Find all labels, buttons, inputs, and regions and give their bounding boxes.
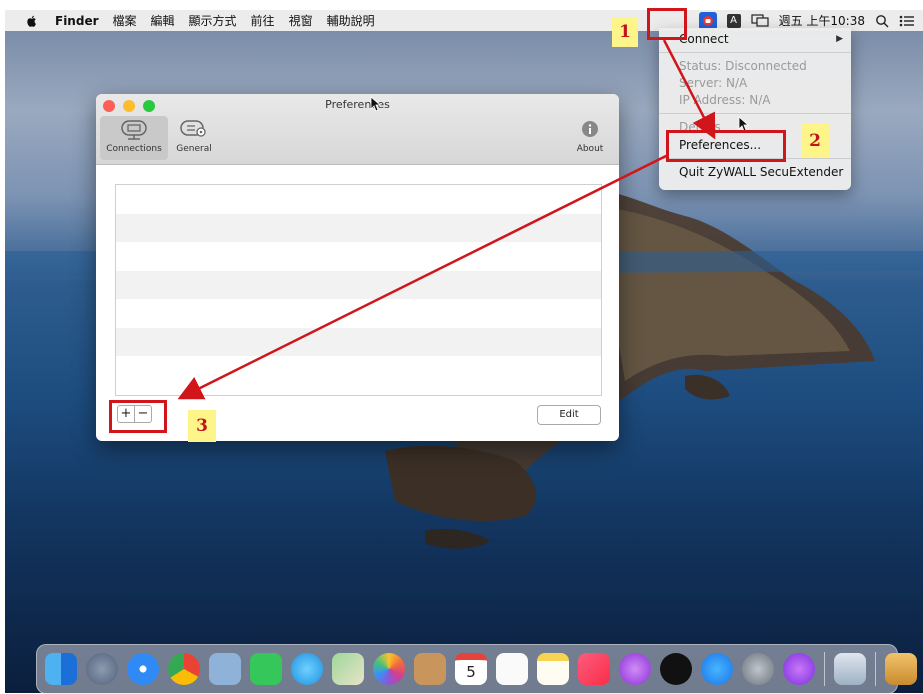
package-icon[interactable] xyxy=(885,653,917,685)
feedback-icon[interactable] xyxy=(783,653,815,685)
arrow-step1-to-step2 xyxy=(662,39,716,140)
calendar-icon[interactable]: 5 xyxy=(455,653,487,685)
apple-tv-icon[interactable] xyxy=(660,653,692,685)
messages-icon[interactable] xyxy=(291,653,323,685)
podcasts-icon[interactable] xyxy=(619,653,651,685)
maps-icon[interactable] xyxy=(332,653,364,685)
annotation-arrows xyxy=(177,39,716,400)
finder-icon[interactable] xyxy=(45,653,77,685)
dock-separator xyxy=(875,652,876,686)
facetime-icon[interactable] xyxy=(250,653,282,685)
music-icon[interactable] xyxy=(578,653,610,685)
notes-icon[interactable] xyxy=(537,653,569,685)
reminders-icon[interactable] xyxy=(496,653,528,685)
dock-separator xyxy=(824,652,825,686)
safari-icon[interactable] xyxy=(127,653,159,685)
contacts-icon[interactable] xyxy=(414,653,446,685)
photos-icon[interactable] xyxy=(373,653,405,685)
launchpad-icon[interactable] xyxy=(86,653,118,685)
arrow-step2-to-step3 xyxy=(177,153,669,400)
app-store-icon[interactable] xyxy=(701,653,733,685)
mail-stamp-icon[interactable] xyxy=(209,653,241,685)
preview-icon[interactable] xyxy=(834,653,866,685)
chrome-icon[interactable] xyxy=(168,653,200,685)
system-preferences-icon[interactable] xyxy=(742,653,774,685)
dock: 5 xyxy=(36,644,917,694)
